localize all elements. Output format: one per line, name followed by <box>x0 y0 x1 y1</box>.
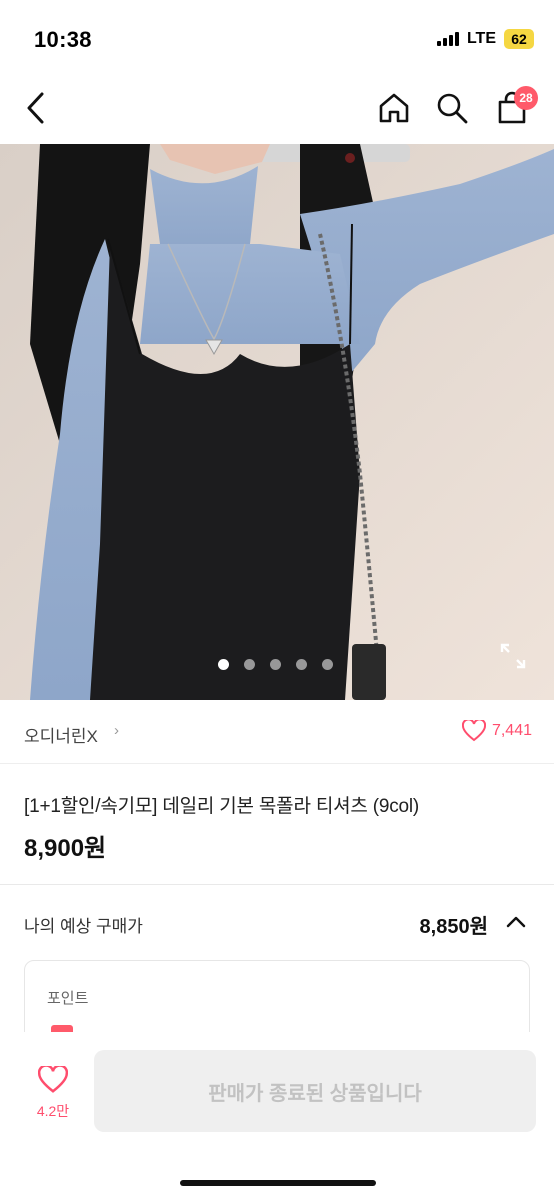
pagination-dot[interactable] <box>322 659 333 670</box>
brand-row: 오디너린X › 7,441 <box>0 700 554 764</box>
expected-price-label: 나의 예상 구매가 <box>24 917 143 936</box>
wishlist-count: 4.2만 <box>36 1103 70 1119</box>
product-image-carousel[interactable] <box>0 144 554 700</box>
expected-price-value: 8,850원 <box>419 916 488 938</box>
chevron-up-icon[interactable] <box>504 910 528 934</box>
chevron-right-icon[interactable]: › <box>114 722 119 739</box>
expand-icon[interactable] <box>498 641 528 671</box>
signal-icon <box>436 32 459 46</box>
heart-icon <box>461 720 486 742</box>
brand-like-button[interactable]: 7,441 <box>461 720 532 742</box>
product-photo <box>0 144 554 700</box>
back-icon[interactable] <box>16 88 56 128</box>
home-icon[interactable] <box>374 88 414 128</box>
status-time: 10:38 <box>34 27 92 52</box>
pagination-dot[interactable] <box>270 659 281 670</box>
product-title: [1+1할인/속기모] 데일리 기본 목폴라 티셔츠 (9col) <box>24 796 420 817</box>
shopping-bag-icon[interactable]: 28 <box>492 86 538 128</box>
like-count: 7,441 <box>491 722 532 739</box>
network-label: LTE <box>466 30 496 47</box>
search-icon[interactable] <box>432 88 472 128</box>
brand-link[interactable]: 오디너린X <box>24 722 98 747</box>
carousel-pagination <box>218 659 333 670</box>
sold-out-button[interactable]: 판매가 종료된 상품입니다 <box>94 1050 536 1132</box>
divider <box>0 884 554 885</box>
pagination-dot[interactable] <box>296 659 307 670</box>
nav-bar: 28 <box>0 78 554 144</box>
cart-badge: 28 <box>514 86 538 110</box>
product-price: 8,900원 <box>24 835 107 862</box>
pagination-dot-active[interactable] <box>218 659 229 670</box>
status-indicators: LTE 62 <box>436 29 534 49</box>
bottom-action-bar: 4.2만 판매가 종료된 상품입니다 <box>0 1032 554 1200</box>
wishlist-button[interactable]: 4.2만 <box>24 1064 82 1121</box>
battery-indicator: 62 <box>504 29 534 49</box>
heart-icon <box>37 1064 69 1093</box>
pagination-dot[interactable] <box>244 659 255 670</box>
points-title: 포인트 <box>47 990 89 1007</box>
status-bar: 10:38 LTE 62 <box>0 0 554 78</box>
home-indicator <box>180 1180 376 1186</box>
